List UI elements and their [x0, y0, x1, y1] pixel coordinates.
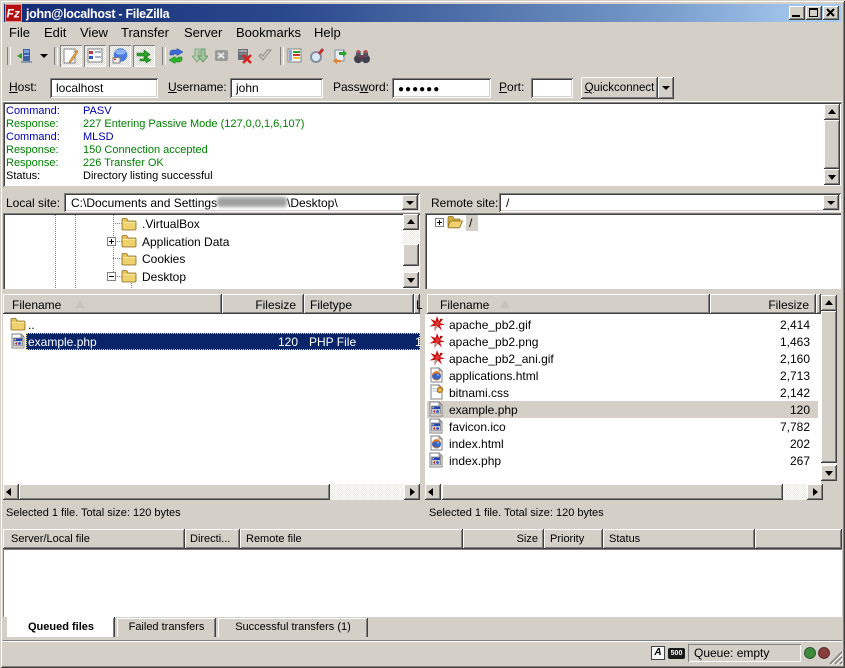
svg-text:Fz: Fz — [7, 7, 20, 21]
